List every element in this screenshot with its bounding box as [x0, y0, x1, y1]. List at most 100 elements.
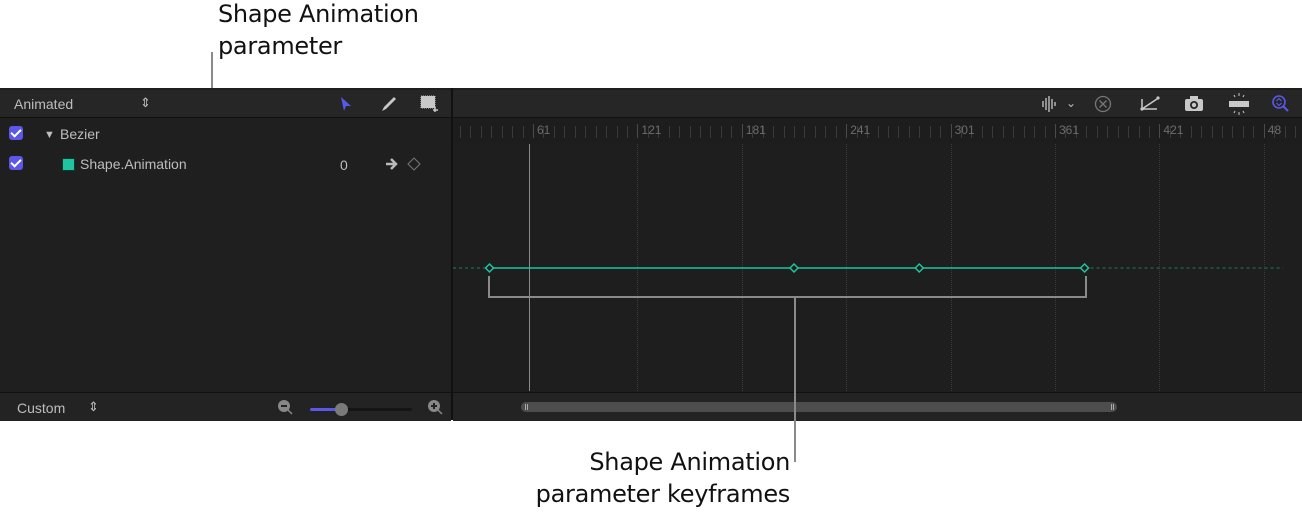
ruler-minor-tick: [929, 126, 931, 138]
zoom-out-icon[interactable]: [277, 399, 293, 415]
ruler-minor-tick: [1201, 126, 1203, 138]
callout-line-2: parameter: [218, 32, 343, 60]
snapshot-camera-icon[interactable]: [1184, 95, 1204, 112]
ruler-minor-tick: [783, 126, 785, 138]
pen-tool-icon[interactable]: [380, 95, 398, 113]
popup-arrows-icon[interactable]: ⇕: [140, 95, 151, 111]
ruler-label: 361: [1059, 123, 1080, 137]
tree-row-bezier[interactable]: ▼ Bezier: [0, 124, 451, 146]
ruler-label: 241: [850, 123, 871, 137]
marquee-select-icon[interactable]: [420, 95, 440, 113]
ruler-label: 61: [537, 123, 551, 137]
graph-toolbar: ⌄: [453, 90, 1302, 118]
popup-arrows-icon[interactable]: ⇕: [88, 399, 99, 415]
ruler-minor-tick: [595, 126, 597, 138]
ruler-minor-tick: [1107, 126, 1109, 138]
ruler-minor-tick: [898, 126, 900, 138]
ruler-minor-tick: [877, 126, 879, 138]
preset-popup[interactable]: Custom: [17, 400, 65, 416]
ruler-minor-tick: [887, 126, 889, 138]
tree-row-shape-animation[interactable]: Shape.Animation 0: [0, 154, 451, 176]
keyframe-graph[interactable]: [453, 144, 1302, 391]
chevron-down-icon[interactable]: ⌄: [1066, 95, 1076, 111]
ruler-minor-tick: [1253, 126, 1255, 138]
select-arrow-icon[interactable]: [340, 96, 352, 112]
zoom-slider-knob[interactable]: [334, 403, 348, 416]
bracket-bottom: [488, 296, 1087, 298]
clear-x-circle-icon[interactable]: [1094, 95, 1112, 113]
callout-leader-keyframes: [794, 296, 796, 462]
parameter-list-footer: Custom ⇕: [0, 392, 451, 421]
ruler-label: 421: [1163, 123, 1184, 137]
color-swatch: [62, 158, 75, 171]
disclosure-triangle-icon[interactable]: ▼: [44, 127, 55, 143]
callout-line-2: parameter keyframes: [535, 480, 791, 508]
fit-to-window-icon[interactable]: [1228, 93, 1250, 115]
ruler-minor-tick: [700, 126, 702, 138]
callout-line-1: Shape Animation: [589, 448, 790, 476]
ruler-minor-tick: [814, 126, 816, 138]
ruler-minor-tick: [616, 126, 618, 138]
timeline-scrollbar[interactable]: [521, 402, 1117, 412]
keyframe[interactable]: [1079, 262, 1090, 274]
zoom-slider[interactable]: [310, 403, 412, 416]
ruler-minor-tick: [1232, 126, 1234, 138]
ruler-major-tick: [1159, 124, 1161, 138]
keyframe-editor: Animated ⇕ ▼ Bezier Shape.Animation 0 ⌄ …: [0, 88, 1302, 421]
ruler-minor-tick: [919, 126, 921, 138]
bezier-label: Bezier: [60, 126, 100, 142]
keyframe[interactable]: [914, 262, 925, 274]
callout-keyframes: Shape Animation parameter keyframes: [535, 446, 791, 510]
add-keyframe-diamond-icon[interactable]: [407, 157, 421, 171]
ruler-minor-tick: [512, 126, 514, 138]
zoom-magnifier-icon[interactable]: [1271, 94, 1291, 114]
ruler-minor-tick: [626, 126, 628, 138]
ruler-minor-tick: [1222, 126, 1224, 138]
ruler-minor-tick: [1086, 126, 1088, 138]
ruler-minor-tick: [720, 126, 722, 138]
ruler-minor-tick: [522, 126, 524, 138]
bezier-checkbox[interactable]: [9, 126, 23, 140]
keyframe[interactable]: [788, 262, 800, 274]
ruler-major-tick: [533, 124, 534, 138]
ruler-minor-tick: [908, 126, 910, 138]
ruler-major-tick: [1055, 124, 1056, 138]
ruler-minor-tick: [679, 126, 681, 138]
bracket-right: [1085, 276, 1087, 298]
ruler-label: 48: [1267, 123, 1282, 137]
ruler-minor-tick: [1117, 126, 1119, 138]
ruler-minor-tick: [804, 126, 806, 138]
ruler-minor-tick: [1044, 126, 1046, 138]
parameter-list-pane: Animated ⇕ ▼ Bezier Shape.Animation 0: [0, 88, 453, 420]
ruler-major-tick: [637, 124, 639, 138]
parameter-value[interactable]: 0: [340, 157, 348, 173]
ruler-minor-tick: [689, 126, 691, 138]
bracket-left: [488, 276, 490, 298]
show-filter-popup[interactable]: Animated: [14, 96, 73, 112]
ruler-label: 301: [954, 123, 975, 137]
ruler-minor-tick: [825, 126, 827, 138]
keyframe[interactable]: [484, 262, 495, 274]
scrollbar-right-handle[interactable]: [1111, 404, 1112, 410]
ruler-minor-tick: [1148, 126, 1150, 138]
scrollbar-left-handle[interactable]: [525, 404, 526, 410]
curve-fit-icon[interactable]: [1139, 95, 1161, 113]
ruler-minor-tick: [668, 126, 670, 138]
callout-line-1: Shape Animation: [218, 0, 419, 28]
ruler-label: 181: [745, 123, 766, 137]
timeline-ruler[interactable]: 61 121 181 241 301 361 421 48: [453, 118, 1302, 144]
ruler-major-tick: [950, 124, 952, 138]
ruler-minor-tick: [470, 126, 472, 138]
zoom-in-icon[interactable]: [427, 399, 443, 415]
ruler-minor-tick: [480, 126, 482, 138]
ruler-minor-tick: [1295, 126, 1297, 138]
audio-waveform-icon[interactable]: [1038, 95, 1060, 113]
shape-animation-checkbox[interactable]: [9, 156, 23, 170]
timeline-footer: [453, 392, 1302, 421]
next-keyframe-arrow-icon[interactable]: [385, 157, 401, 171]
ruler-minor-tick: [710, 126, 712, 138]
ruler-minor-tick: [585, 126, 587, 138]
ruler-minor-tick: [1034, 126, 1036, 138]
ruler-minor-tick: [1128, 126, 1130, 138]
ruler-label: 121: [641, 123, 662, 137]
